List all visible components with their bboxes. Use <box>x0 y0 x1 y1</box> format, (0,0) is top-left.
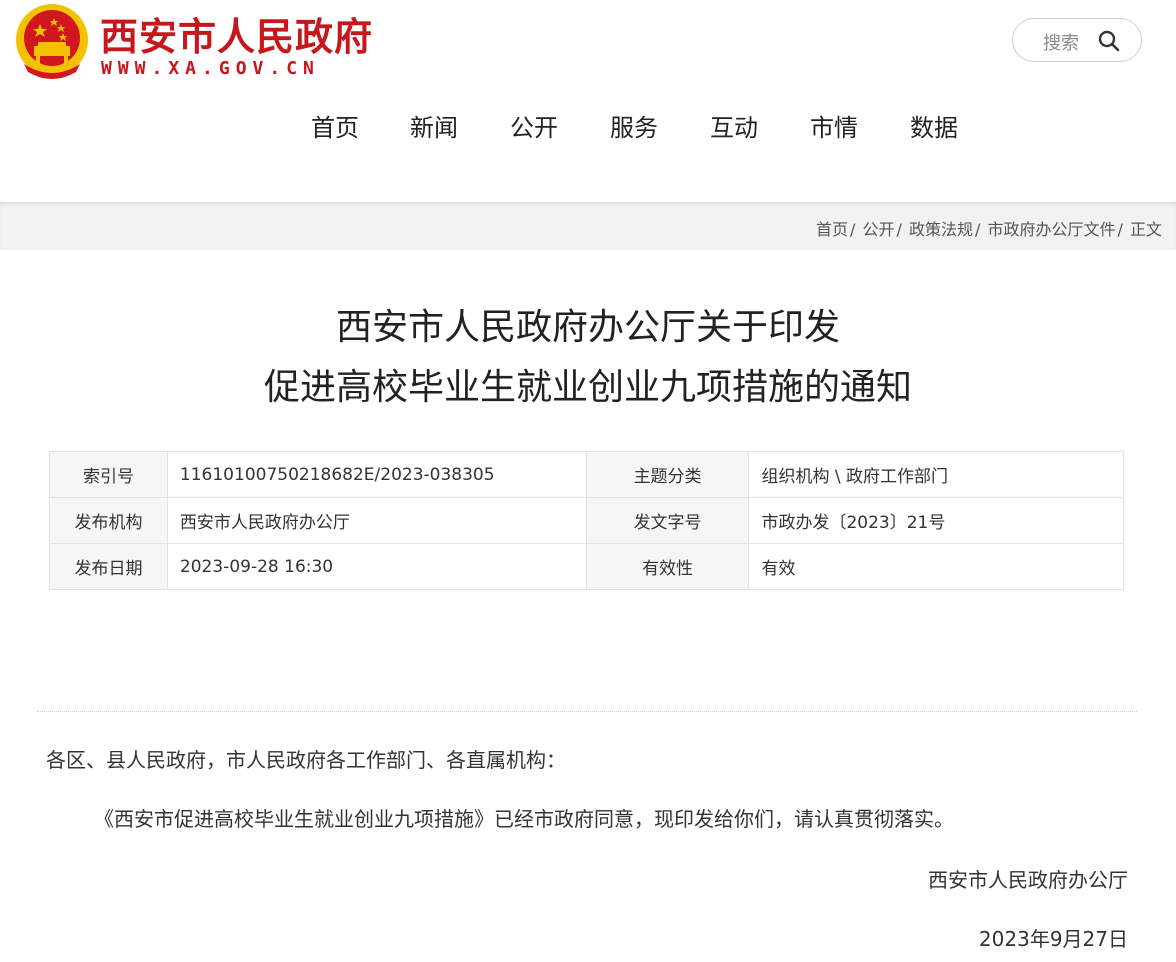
table-row: 索引号 11610100750218682E/2023-038305 主题分类 … <box>49 451 1124 498</box>
breadcrumb-current: 正文 <box>1129 220 1162 239</box>
nav-item-news[interactable]: 新闻 <box>410 108 458 143</box>
index-label: 索引号 <box>49 451 168 498</box>
breadcrumb-office-docs[interactable]: 市政府办公厅文件 <box>987 220 1115 239</box>
national-emblem-icon[interactable] <box>12 2 92 82</box>
signer: 西安市人民政府办公厅 <box>928 868 1128 892</box>
nav-item-services[interactable]: 服务 <box>610 108 658 143</box>
nav-item-city-info[interactable]: 市情 <box>810 108 858 143</box>
document-info-table: 索引号 11610100750218682E/2023-038305 主题分类 … <box>49 451 1124 590</box>
breadcrumb-separator: / <box>1117 220 1123 239</box>
publish-date-label: 发布日期 <box>49 543 168 590</box>
breadcrumb-separator: / <box>850 220 856 239</box>
article-title-line-2: 促进高校毕业生就业创业九项措施的通知 <box>263 367 912 408</box>
breadcrumb: 首页 / 公开 / 政策法规 / 市政府办公厅文件 / 正文 <box>816 216 1162 240</box>
publish-date-value: 2023-09-28 16:30 <box>166 543 587 590</box>
article-title-line-1: 西安市人民政府办公厅关于印发 <box>335 307 840 348</box>
validity-label: 有效性 <box>585 543 750 590</box>
search-icon[interactable] <box>1097 29 1121 53</box>
site-name[interactable]: 西安市人民政府 <box>100 6 373 61</box>
breadcrumb-policy[interactable]: 政策法规 <box>909 220 973 239</box>
breadcrumb-home[interactable]: 首页 <box>816 220 848 239</box>
topic-value: 组织机构 \ 政府工作部门 <box>748 451 1124 498</box>
publisher-label: 发布机构 <box>49 497 168 544</box>
breadcrumb-separator: / <box>975 220 981 239</box>
topic-label: 主题分类 <box>585 451 750 498</box>
nav-item-home[interactable]: 首页 <box>311 108 359 143</box>
nav-item-data[interactable]: 数据 <box>910 108 958 143</box>
search-box[interactable]: 搜索 <box>1012 18 1142 62</box>
breadcrumb-disclosure[interactable]: 公开 <box>862 220 894 239</box>
index-value: 11610100750218682E/2023-038305 <box>166 451 587 498</box>
doc-number-label: 发文字号 <box>585 497 750 544</box>
body-paragraph: 《西安市促进高校毕业生就业创业九项措施》已经市政府同意，现印发给你们，请认真贯彻… <box>94 807 954 831</box>
salutation: 各区、县人民政府，市人民政府各工作部门、各直属机构： <box>46 748 566 772</box>
main-nav: 首页 新闻 公开 服务 互动 市情 数据 <box>0 108 1176 148</box>
search-label[interactable]: 搜索 <box>1043 29 1079 55</box>
doc-number-value: 市政办发〔2023〕21号 <box>748 497 1124 544</box>
content-divider <box>37 711 1137 712</box>
breadcrumb-separator: / <box>896 220 902 239</box>
nav-item-disclosure[interactable]: 公开 <box>510 108 558 143</box>
breadcrumb-bar: 首页 / 公开 / 政策法规 / 市政府办公厅文件 / 正文 <box>0 202 1176 250</box>
publisher-value: 西安市人民政府办公厅 <box>166 497 587 544</box>
sign-date: 2023年9月27日 <box>978 927 1128 951</box>
table-row: 发布日期 2023-09-28 16:30 有效性 有效 <box>49 543 1124 590</box>
site-url: WWW.XA.GOV.CN <box>101 58 320 79</box>
site-header: 西安市人民政府 WWW.XA.GOV.CN 搜索 首页 新闻 公开 服务 互动 … <box>0 0 1176 202</box>
nav-item-interaction[interactable]: 互动 <box>710 108 758 143</box>
table-row: 发布机构 西安市人民政府办公厅 发文字号 市政办发〔2023〕21号 <box>49 497 1124 544</box>
validity-value: 有效 <box>748 543 1124 590</box>
